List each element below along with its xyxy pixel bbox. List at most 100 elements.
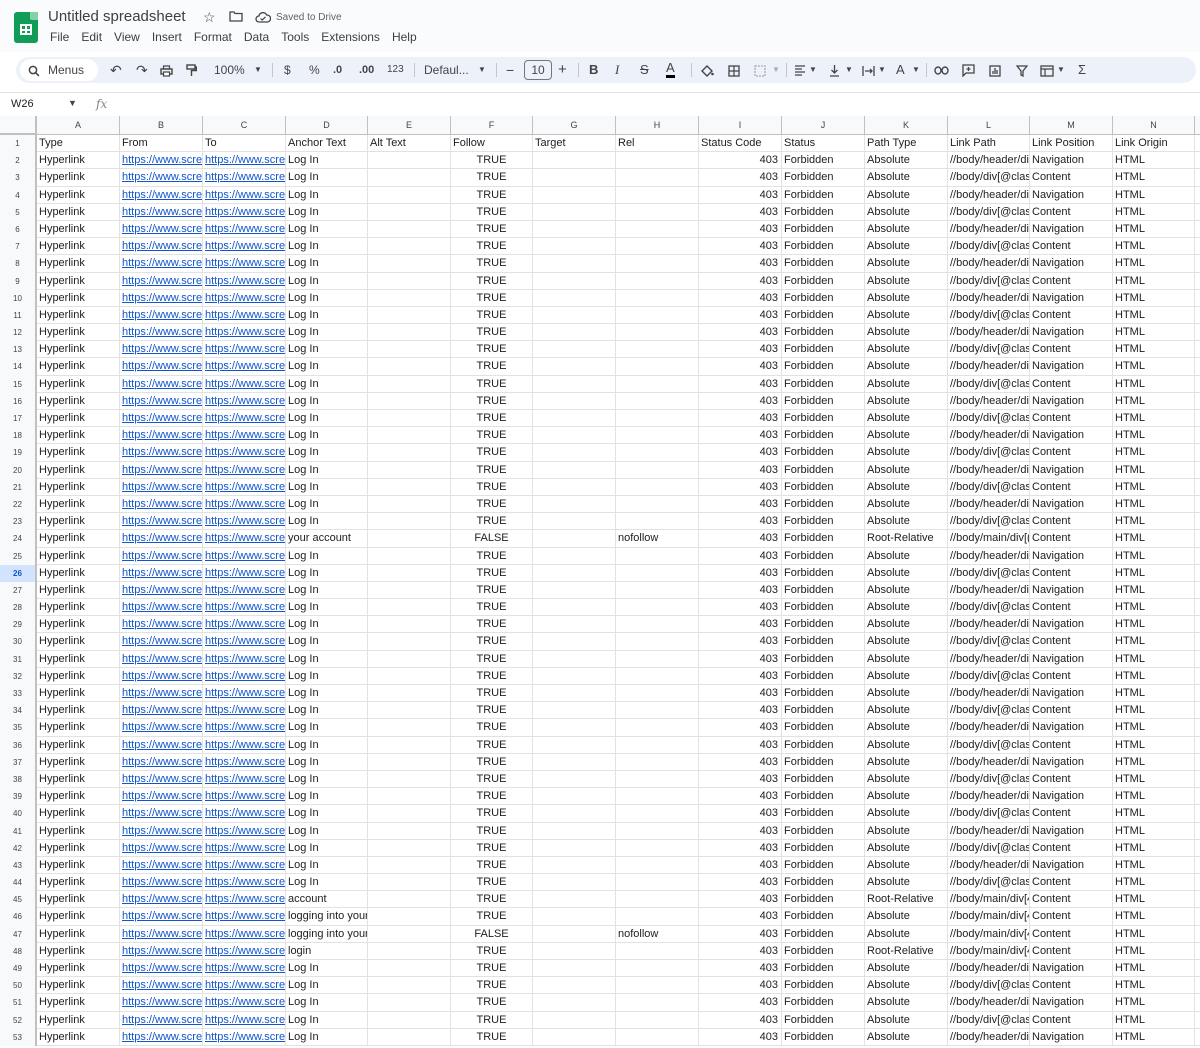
cell-link-position[interactable]: Navigation (1030, 392, 1113, 410)
cell-status-code[interactable]: 403 (699, 1028, 782, 1046)
cell-follow[interactable]: TRUE (451, 461, 533, 479)
cell-link-position[interactable]: Content (1030, 478, 1113, 496)
cell-target[interactable] (533, 547, 616, 565)
row-header[interactable]: 18 (0, 427, 37, 445)
cell-path-type[interactable]: Absolute (865, 839, 948, 857)
cell-link-path[interactable]: //body/header/di (948, 392, 1030, 410)
cell-from-link[interactable]: https://www.scre (120, 805, 203, 823)
cell-anchor-text[interactable]: Log In (286, 1028, 368, 1046)
cell-path-type[interactable]: Absolute (865, 616, 948, 634)
cell-to-link[interactable]: https://www.scre (203, 478, 286, 496)
cell-status-code[interactable]: 403 (699, 839, 782, 857)
cell-path-type[interactable]: Absolute (865, 753, 948, 771)
cell-path-type[interactable]: Absolute (865, 238, 948, 256)
cell-alt-text[interactable] (368, 530, 451, 548)
insert-link-icon[interactable] (934, 57, 949, 83)
zoom-select[interactable]: 100% (214, 57, 245, 83)
row-header[interactable]: 9 (0, 272, 37, 290)
cell-status[interactable]: Forbidden (782, 633, 865, 651)
cell-from-link[interactable]: https://www.scre (120, 392, 203, 410)
cell-rel[interactable] (616, 788, 699, 806)
cell-status[interactable]: Forbidden (782, 495, 865, 514)
cell-to-link[interactable]: https://www.scre (203, 513, 286, 531)
cell-to-link[interactable]: https://www.scre (203, 289, 286, 307)
cell-follow[interactable]: TRUE (451, 633, 533, 651)
row-header[interactable]: 3 (0, 169, 37, 187)
cell-from-link[interactable]: https://www.scre (120, 375, 203, 393)
cell-status[interactable]: Forbidden (782, 392, 865, 410)
cell-link-origin[interactable]: HTML (1113, 667, 1195, 685)
cell-alt-text[interactable] (368, 478, 451, 496)
cell-anchor-text[interactable]: Log In (286, 255, 368, 273)
cell-alt-text[interactable] (368, 874, 451, 892)
cell-follow[interactable]: TRUE (451, 1011, 533, 1029)
cell-status[interactable]: Forbidden (782, 513, 865, 531)
cell-link-origin[interactable]: HTML (1113, 306, 1195, 325)
cell-alt-text[interactable] (368, 908, 451, 926)
cell-alt-text[interactable] (368, 616, 451, 634)
cell-link-path[interactable]: //body/main/div[( (948, 530, 1030, 548)
cell-link-position[interactable]: Navigation (1030, 289, 1113, 307)
column-header-c[interactable]: C (203, 116, 286, 135)
cell-path-type[interactable]: Absolute (865, 1028, 948, 1046)
cell-link-path[interactable]: //body/main/div[4 (948, 908, 1030, 926)
cell-link-position[interactable]: Navigation (1030, 1028, 1113, 1046)
cell-link-position[interactable]: Content (1030, 1011, 1113, 1029)
cell-rel[interactable] (616, 753, 699, 771)
row-header[interactable]: 32 (0, 667, 37, 685)
cell-from-link[interactable]: https://www.scre (120, 272, 203, 290)
filter-views-icon[interactable] (1040, 57, 1054, 83)
cell-alt-text[interactable] (368, 186, 451, 204)
cell-link-origin[interactable]: HTML (1113, 203, 1195, 221)
cell-status-code[interactable]: 403 (699, 186, 782, 204)
cell-target[interactable] (533, 891, 616, 909)
cell-type[interactable]: Hyperlink (37, 289, 120, 307)
strikethrough-icon[interactable]: S (640, 57, 649, 83)
cell-link-position[interactable]: Navigation (1030, 960, 1113, 978)
cell-status[interactable]: Forbidden (782, 478, 865, 496)
cell-link-position[interactable]: Content (1030, 977, 1113, 995)
cell-type[interactable]: Hyperlink (37, 186, 120, 204)
row-header[interactable]: 24 (0, 530, 37, 548)
cell-target[interactable] (533, 186, 616, 204)
cell-anchor-text[interactable]: Log In (286, 444, 368, 462)
row-header[interactable]: 35 (0, 719, 37, 737)
cell-from-link[interactable]: https://www.scre (120, 942, 203, 960)
cell-to-link[interactable]: https://www.scre (203, 324, 286, 342)
cell-to-link[interactable]: https://www.scre (203, 220, 286, 239)
cell-path-type[interactable]: Absolute (865, 702, 948, 720)
cell-target[interactable] (533, 324, 616, 342)
cell-link-origin[interactable]: HTML (1113, 478, 1195, 496)
cell-status[interactable]: Forbidden (782, 805, 865, 823)
cell-to-link[interactable]: https://www.scre (203, 203, 286, 221)
cell-from-link[interactable]: https://www.scre (120, 753, 203, 771)
cell-follow[interactable]: TRUE (451, 839, 533, 857)
column-header-a[interactable]: A (37, 116, 120, 135)
cell-target[interactable] (533, 805, 616, 823)
cell-from-link[interactable]: https://www.scre (120, 633, 203, 651)
cell-from-link[interactable]: https://www.scre (120, 186, 203, 204)
cell-link-path[interactable]: //body/header/di (948, 547, 1030, 565)
row-header[interactable]: 25 (0, 547, 37, 565)
cell-link-path[interactable]: //body/div[@clas (948, 341, 1030, 359)
cell-path-type[interactable]: Absolute (865, 410, 948, 428)
cell-link-path[interactable]: //body/header/di (948, 427, 1030, 445)
cell-to-link[interactable]: https://www.scre (203, 564, 286, 582)
cell-link-origin[interactable]: HTML (1113, 1011, 1195, 1029)
cell-from-link[interactable]: https://www.scre (120, 994, 203, 1012)
cell-path-type[interactable]: Absolute (865, 495, 948, 514)
functions-button[interactable]: Σ (1078, 57, 1086, 83)
cell-link-position[interactable]: Content (1030, 306, 1113, 325)
cell-anchor-text[interactable]: login (286, 942, 368, 960)
cell-rel[interactable] (616, 1011, 699, 1029)
cell-link-origin[interactable]: HTML (1113, 169, 1195, 187)
cell-target[interactable] (533, 427, 616, 445)
cell-target[interactable] (533, 942, 616, 960)
cell-alt-text[interactable] (368, 1011, 451, 1029)
cell-alt-text[interactable] (368, 358, 451, 376)
column-header-g[interactable]: G (533, 116, 616, 135)
cell-link-path[interactable]: //body/div[@clas (948, 702, 1030, 720)
menu-edit[interactable]: Edit (81, 30, 102, 44)
cell-link-origin[interactable]: HTML (1113, 839, 1195, 857)
cell-link-position[interactable]: Navigation (1030, 719, 1113, 737)
